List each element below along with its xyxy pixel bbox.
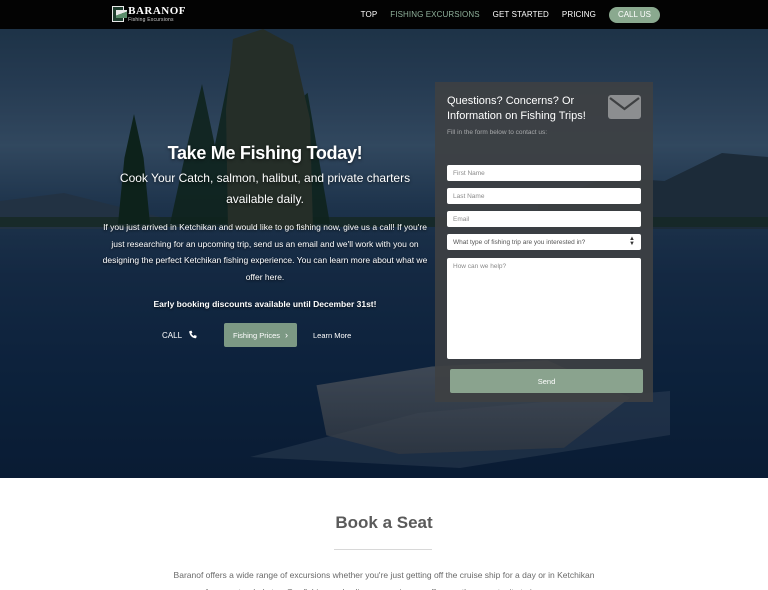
- top-nav-bar: BARANOF Fishing Excursions TOP FISHING E…: [0, 0, 768, 29]
- book-title: Book a Seat: [335, 513, 433, 532]
- logo-mountain-icon: [112, 6, 128, 22]
- first-name-input[interactable]: First Name: [447, 165, 641, 181]
- hero-discount: Early booking discounts available until …: [153, 299, 377, 309]
- chevron-right-icon: ›: [285, 329, 289, 340]
- email-input[interactable]: Email: [447, 211, 641, 227]
- book-description: Baranof offers a wide range of excursion…: [173, 570, 595, 590]
- nav-get-started[interactable]: GET STARTED: [493, 10, 549, 19]
- nav-top[interactable]: TOP: [361, 10, 378, 19]
- brand-logo[interactable]: BARANOF Fishing Excursions: [112, 5, 186, 23]
- nav-fishing-excursions[interactable]: FISHING EXCURSIONS: [390, 10, 479, 19]
- fishing-prices-label: Fishing Prices: [232, 330, 281, 340]
- phone-icon: [189, 330, 197, 339]
- book-a-seat-section: Book a Seat Baranof offers a wide range …: [0, 478, 768, 590]
- call-us-button[interactable]: CALL US: [608, 6, 660, 23]
- form-title: Questions? Concerns? Or Information on F…: [447, 95, 586, 122]
- select-arrows-icon: ▲ ▼: [629, 236, 635, 247]
- call-link[interactable]: CALL: [162, 330, 224, 340]
- hero-cta-row: CALL Fishing Prices › Learn More: [162, 323, 351, 347]
- hero-title: Take Me Fishing Today!: [167, 143, 363, 163]
- title-divider: [334, 549, 432, 550]
- hero-subtitle: Cook Your Catch, salmon, halibut, and pr…: [119, 171, 411, 206]
- hero-body: If you just arrived in Ketchikan and wou…: [102, 222, 428, 282]
- logo-title: BARANOF: [128, 4, 186, 17]
- message-textarea[interactable]: How can we help?: [447, 258, 641, 359]
- envelope-icon: [608, 95, 641, 119]
- main-nav: TOP FISHING EXCURSIONS GET STARTED PRICI…: [348, 0, 660, 29]
- last-name-input[interactable]: Last Name: [447, 188, 641, 204]
- form-subtitle: Fill in the form below to contact us:: [447, 129, 548, 136]
- send-button[interactable]: Send: [450, 369, 643, 393]
- nav-pricing[interactable]: PRICING: [562, 10, 596, 19]
- fishing-prices-button[interactable]: Fishing Prices ›: [224, 323, 297, 347]
- logo-subtitle: Fishing Excursions: [128, 16, 174, 23]
- trip-type-select[interactable]: What type of fishing trip are you intere…: [447, 234, 641, 250]
- trip-type-select-value: What type of fishing trip are you intere…: [453, 238, 586, 246]
- hero-text-block: Take Me Fishing Today! Cook Your Catch, …: [100, 143, 430, 309]
- contact-form-panel: Questions? Concerns? Or Information on F…: [435, 82, 653, 402]
- learn-more-link[interactable]: Learn More: [313, 331, 351, 340]
- call-link-label: CALL: [162, 330, 183, 340]
- logo-text: BARANOF Fishing Excursions: [128, 4, 186, 23]
